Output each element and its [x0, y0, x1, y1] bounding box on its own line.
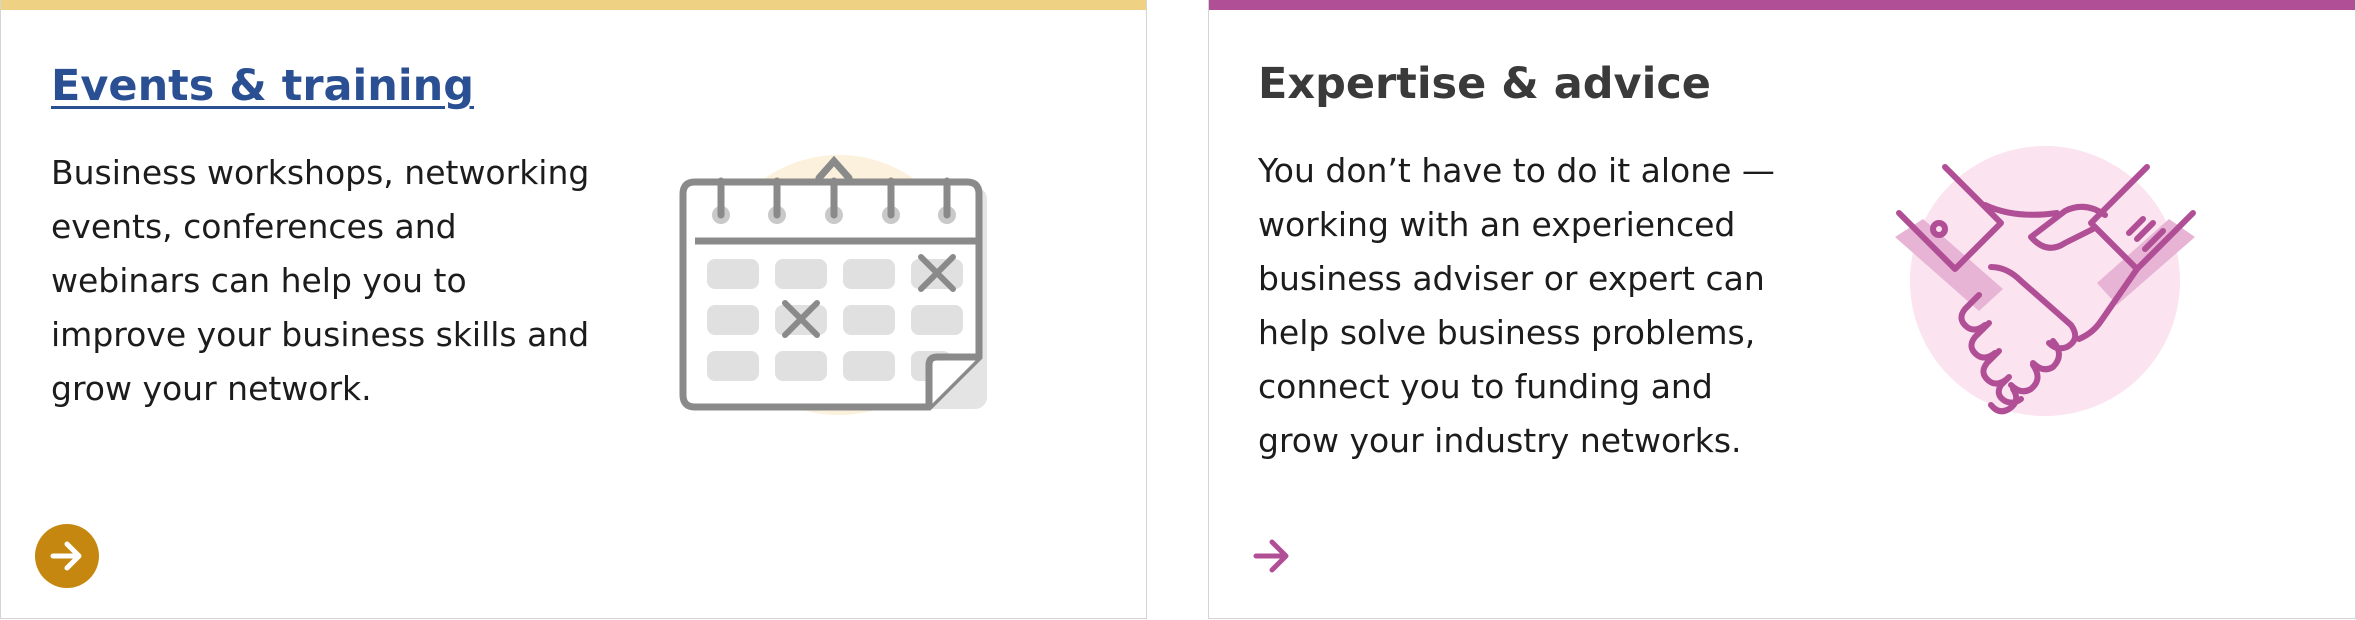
card-events-training: Events & training Business workshops, ne…: [0, 0, 1147, 619]
handshake-icon: [1895, 146, 2196, 416]
card-description: You don’t have to do it alone — working …: [1258, 151, 1775, 460]
card-description: Business workshops, networking events, c…: [51, 153, 590, 408]
card-title: Events & training: [51, 58, 474, 114]
arrow-right-icon: [50, 541, 82, 571]
calendar-icon: [679, 155, 987, 415]
expertise-arrow-link[interactable]: [1252, 537, 1292, 575]
card-accent-bar: [1, 0, 1146, 10]
card-accent-bar: [1209, 0, 2355, 10]
card-title: Expertise & advice: [1258, 59, 1711, 109]
events-arrow-button[interactable]: [35, 524, 99, 588]
events-training-link[interactable]: Events & training: [51, 61, 474, 111]
arrow-right-icon: [1253, 539, 1289, 573]
